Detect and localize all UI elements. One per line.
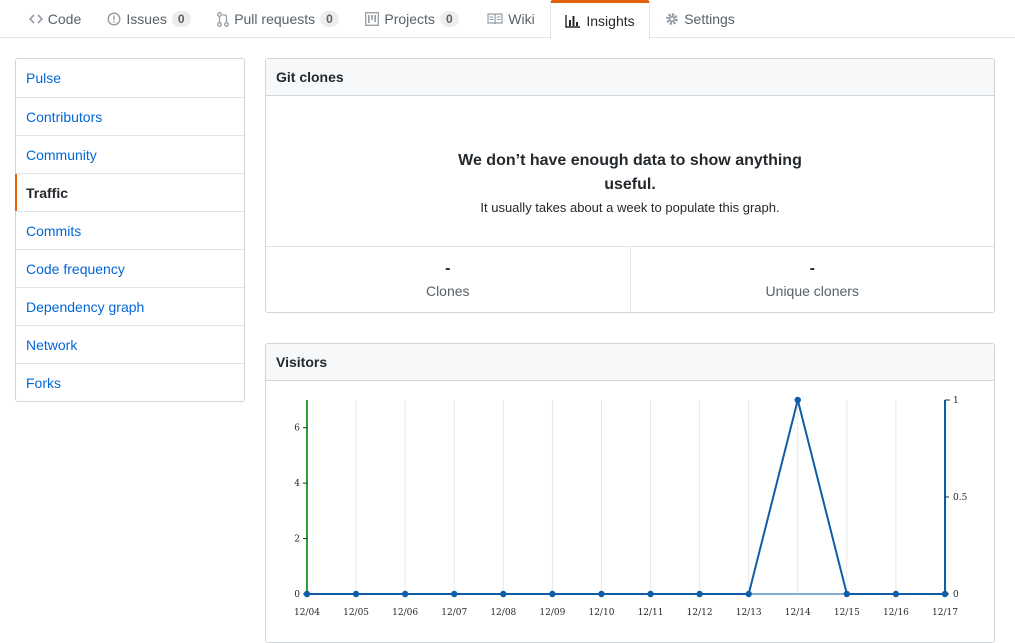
tab-label: Projects bbox=[384, 11, 435, 27]
projects-counter: 0 bbox=[439, 11, 459, 27]
left-y-tick-label: 6 bbox=[294, 424, 300, 434]
tab-label: Wiki bbox=[508, 11, 535, 27]
clones-blankslate: We don’t have enough data to show anythi… bbox=[266, 96, 994, 247]
visitors-data-point bbox=[696, 590, 703, 598]
tab-label: Settings bbox=[684, 11, 735, 27]
project-icon bbox=[365, 12, 380, 26]
sidebar-item-contributors[interactable]: Contributors bbox=[16, 97, 244, 135]
gear-icon bbox=[665, 12, 679, 26]
x-tick-label: 12/15 bbox=[834, 608, 860, 618]
visitors-data-point bbox=[303, 590, 311, 598]
tab-settings[interactable]: Settings bbox=[658, 0, 742, 38]
sidebar-item-forks[interactable]: Forks bbox=[16, 363, 244, 401]
issues-counter: 0 bbox=[171, 11, 191, 27]
tab-issues[interactable]: Issues 0 bbox=[103, 0, 195, 38]
x-tick-label: 12/06 bbox=[392, 608, 418, 618]
visitors-data-point bbox=[794, 396, 801, 404]
issue-opened-icon bbox=[107, 12, 121, 26]
x-tick-label: 12/04 bbox=[294, 608, 320, 618]
clones-stat: - Clones bbox=[266, 247, 630, 311]
visitors-series-line bbox=[307, 399, 945, 595]
x-tick-label: 12/17 bbox=[932, 608, 958, 618]
insights-sidebar-menu: Pulse Contributors Community Traffic Com… bbox=[15, 58, 245, 402]
right-y-tick-label: 0 bbox=[953, 590, 959, 600]
tab-code[interactable]: Code bbox=[14, 0, 96, 38]
clones-count: - bbox=[445, 260, 451, 277]
visitors-data-point bbox=[401, 590, 409, 598]
x-tick-label: 12/13 bbox=[736, 608, 762, 618]
git-clones-box: Git clones We don’t have enough data to … bbox=[265, 58, 995, 313]
sidebar-item-dependency-graph[interactable]: Dependency graph bbox=[16, 287, 244, 325]
book-icon bbox=[487, 13, 503, 25]
x-tick-label: 12/11 bbox=[638, 608, 664, 618]
sidebar-item-commits[interactable]: Commits bbox=[16, 211, 244, 249]
visitors-data-point bbox=[500, 590, 507, 598]
tab-projects[interactable]: Projects 0 bbox=[359, 0, 465, 38]
visitors-chart-area: 0 2 4 6 0 0.5 1 12/04 12/05 12/06 12/07 12/08 12/09 1… bbox=[266, 381, 994, 631]
visitors-chart: 0 2 4 6 0 0.5 1 12/04 12/05 12/06 12/07 12/08 12/09 1… bbox=[294, 396, 968, 618]
visitors-data-point bbox=[549, 590, 556, 598]
tab-wiki[interactable]: Wiki bbox=[477, 0, 545, 38]
unique-cloners-stat: - Unique cloners bbox=[629, 247, 995, 311]
clones-label: Clones bbox=[425, 283, 470, 299]
tab-pull-requests[interactable]: Pull requests 0 bbox=[208, 0, 348, 38]
visitors-box: Visitors 0 2 4 6 0 0.5 1 12/04 12/05 12/06 12/07 12… bbox=[265, 343, 995, 643]
visitors-data-point bbox=[451, 590, 458, 598]
tab-insights[interactable]: Insights bbox=[550, 0, 650, 39]
right-y-tick-label: 0.5 bbox=[953, 493, 968, 503]
left-y-tick-label: 2 bbox=[294, 535, 300, 545]
repo-tabnav: Code Issues 0 Pull requests 0 Projects 0… bbox=[0, 0, 1015, 39]
visitors-data-point bbox=[647, 590, 654, 598]
right-y-tick-label: 1 bbox=[953, 396, 959, 406]
left-y-tick-label: 4 bbox=[294, 479, 300, 489]
tab-label: Pull requests bbox=[234, 11, 316, 27]
visitors-data-point bbox=[745, 590, 752, 598]
x-tick-label: 12/10 bbox=[588, 608, 614, 618]
x-tick-label: 12/08 bbox=[490, 608, 516, 618]
unique-cloners-label: Unique cloners bbox=[765, 283, 859, 299]
blankslate-heading: We don’t have enough data to show anythi… bbox=[458, 152, 802, 193]
git-clones-title: Git clones bbox=[266, 59, 994, 96]
tab-label: Insights bbox=[586, 13, 635, 29]
x-tick-label: 12/09 bbox=[539, 608, 565, 618]
sidebar-item-pulse[interactable]: Pulse bbox=[16, 59, 244, 97]
blankslate-text: It usually takes about a week to populat… bbox=[480, 200, 780, 215]
visitors-data-point bbox=[843, 590, 851, 598]
tab-label: Issues bbox=[126, 11, 167, 27]
sidebar-item-community[interactable]: Community bbox=[16, 135, 244, 173]
x-tick-label: 12/07 bbox=[441, 608, 467, 618]
pulls-counter: 0 bbox=[320, 11, 339, 27]
visitors-data-point bbox=[941, 590, 949, 598]
x-tick-label: 12/14 bbox=[785, 608, 811, 618]
clones-stats: - Clones - Unique cloners bbox=[266, 247, 994, 311]
sidebar-item-code-frequency[interactable]: Code frequency bbox=[16, 249, 244, 287]
git-pull-request-icon bbox=[217, 11, 230, 27]
tab-label: Code bbox=[47, 11, 82, 27]
left-y-tick-label: 0 bbox=[294, 590, 300, 600]
visitors-data-point bbox=[892, 590, 900, 598]
graph-icon bbox=[565, 14, 581, 28]
x-tick-label: 12/05 bbox=[343, 608, 369, 618]
visitors-data-point bbox=[598, 590, 605, 598]
visitors-data-point bbox=[352, 590, 360, 598]
unique-cloners-count: - bbox=[809, 260, 815, 277]
x-tick-label: 12/12 bbox=[687, 608, 713, 618]
sidebar-item-traffic[interactable]: Traffic bbox=[15, 173, 244, 211]
sidebar-item-network[interactable]: Network bbox=[16, 325, 244, 363]
code-icon bbox=[28, 13, 43, 25]
visitors-title: Visitors bbox=[266, 344, 994, 381]
x-tick-label: 12/16 bbox=[883, 608, 909, 618]
